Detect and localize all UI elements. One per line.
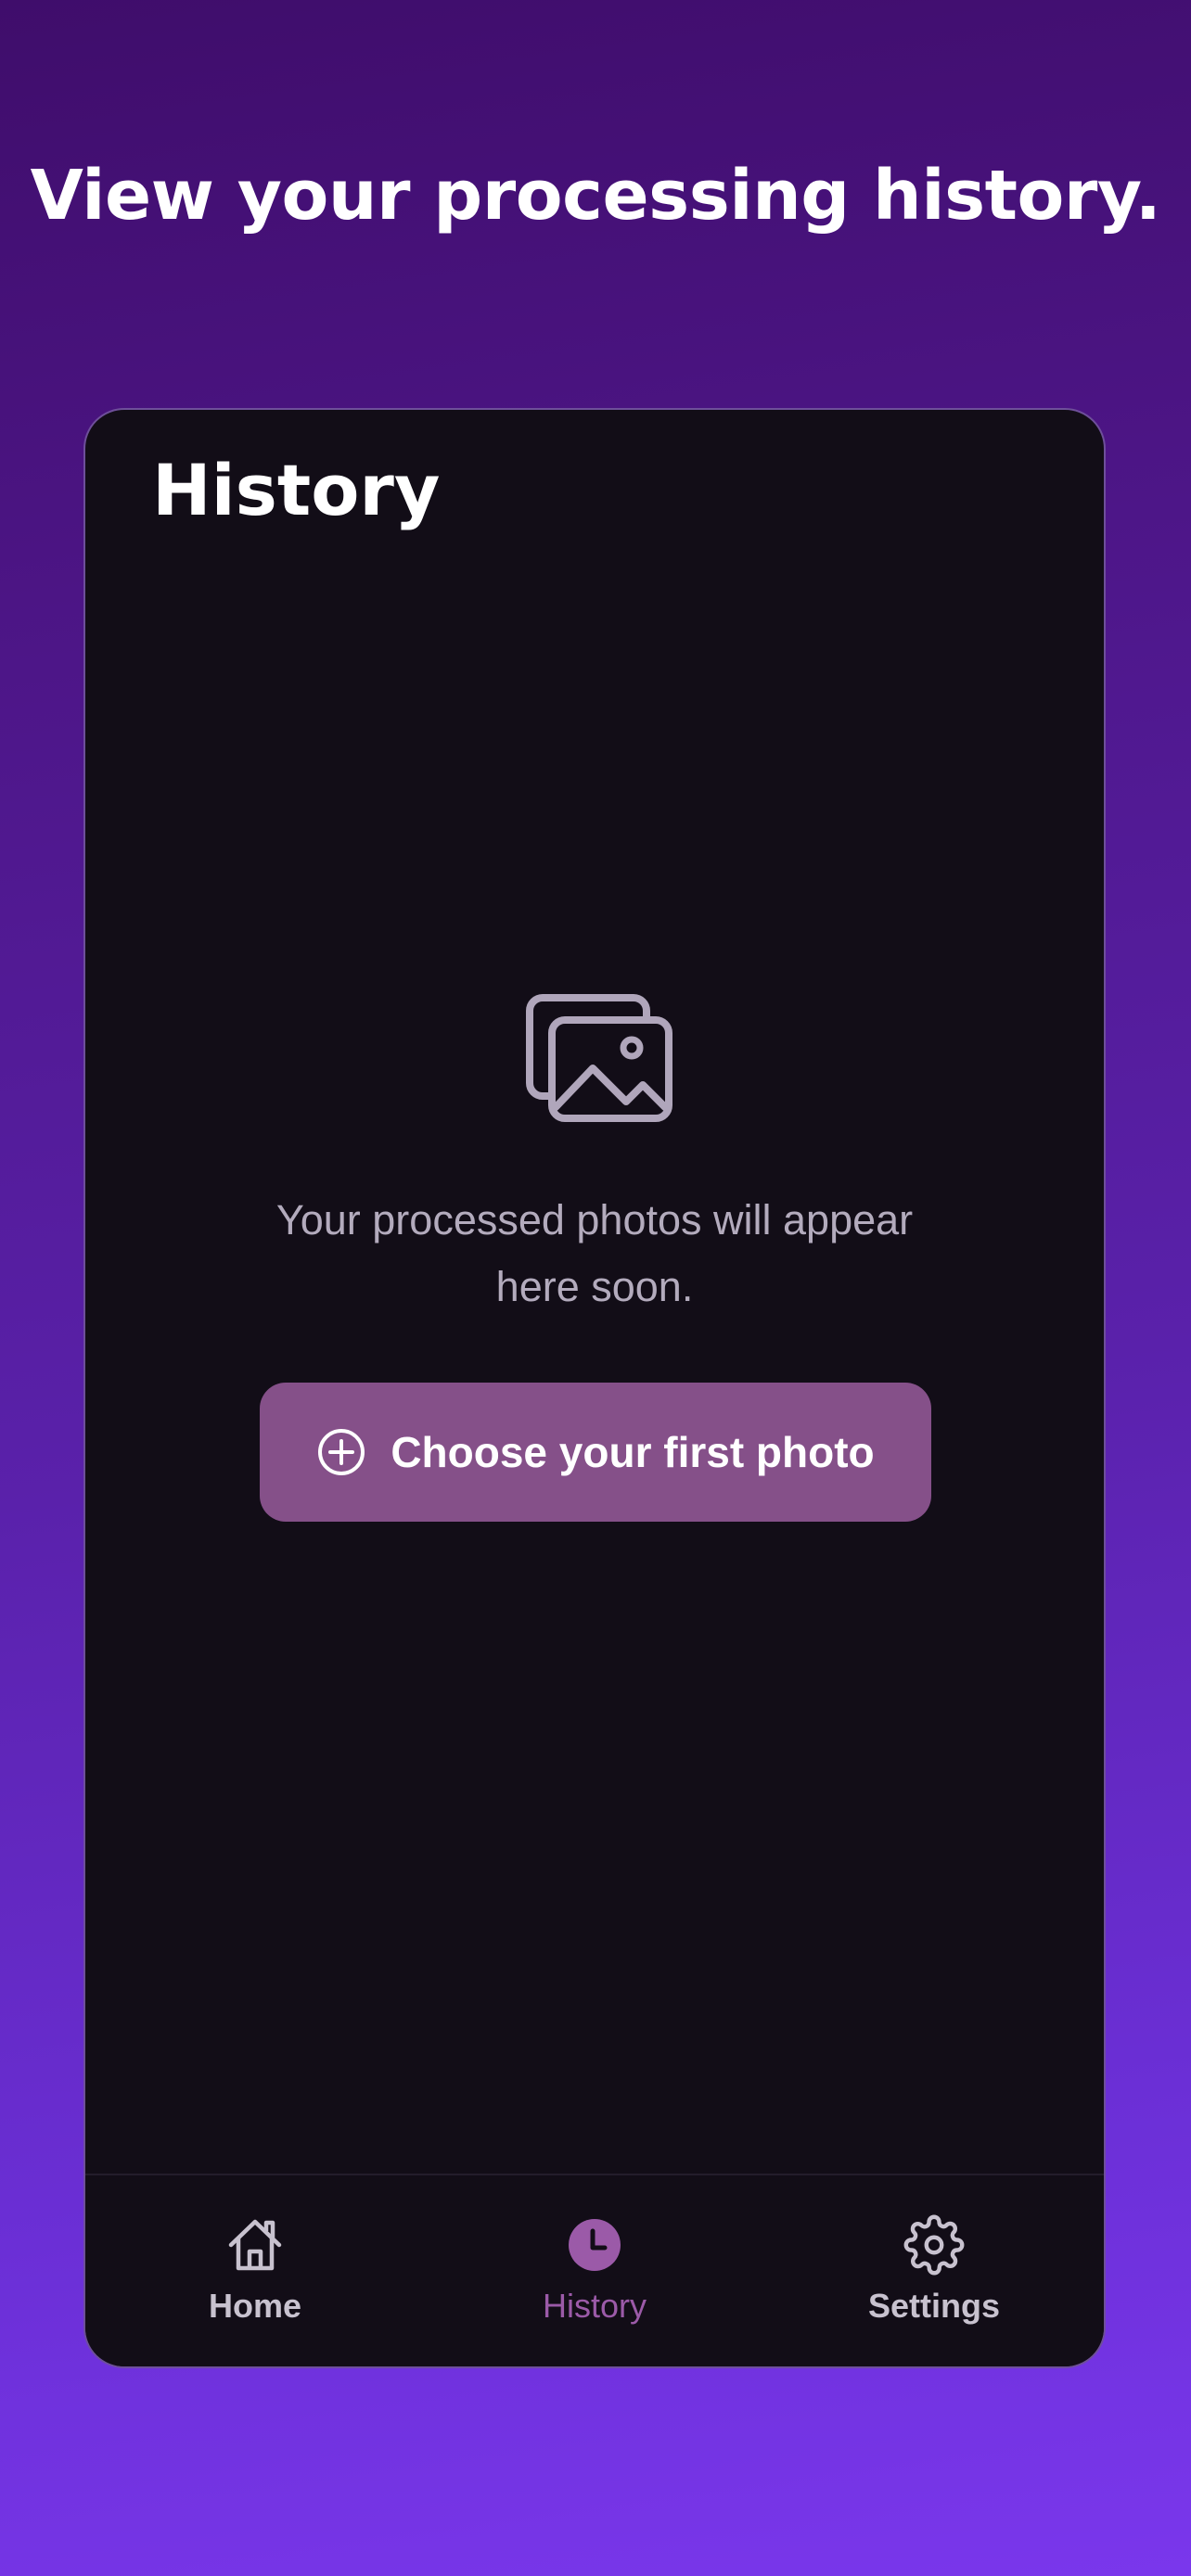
clock-icon [569, 2219, 621, 2271]
tab-home-label: Home [208, 2287, 302, 2325]
choose-first-photo-button[interactable]: Choose your first photo [260, 1383, 931, 1522]
marketing-headline: View your processing history. [30, 156, 1161, 236]
plus-circle-icon [318, 1429, 365, 1475]
tab-history-label: History [542, 2287, 647, 2325]
tab-settings[interactable]: Settings [764, 2175, 1104, 2366]
tab-settings-label: Settings [867, 2287, 1000, 2325]
gear-icon [903, 2214, 965, 2276]
tab-history[interactable]: History [425, 2175, 764, 2366]
empty-state-text: Your processed photos will appear here s… [275, 1196, 914, 1310]
page-title: History [152, 449, 441, 531]
empty-state-message: Your processed photos will appear here s… [85, 1187, 1104, 1320]
bottom-tab-bar: Home History Settings [85, 2174, 1104, 2366]
tab-home[interactable]: Home [85, 2175, 425, 2366]
home-icon [228, 2219, 282, 2271]
photo-gallery-icon [526, 994, 672, 1122]
cta-label: Choose your first photo [391, 1428, 875, 1476]
phone-frame: History Your processed photos will appea… [83, 408, 1106, 2368]
